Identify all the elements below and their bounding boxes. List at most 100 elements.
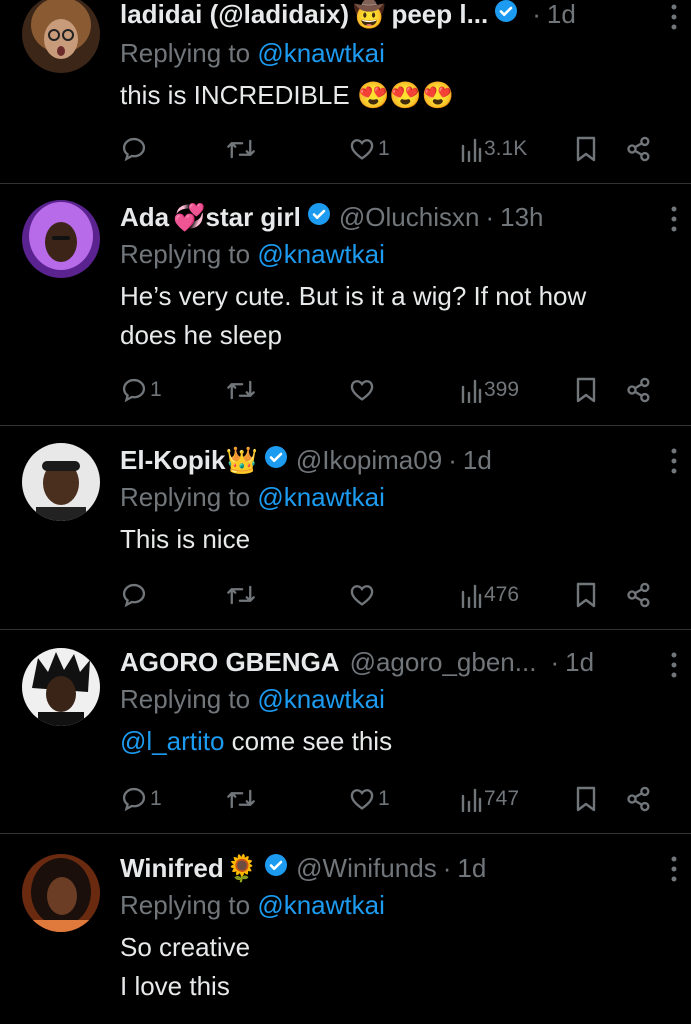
reply-tweet[interactable]: ladidai (@ladidaix) 🤠 peep l... · 1d Rep… <box>0 0 691 184</box>
reply-mention-link[interactable]: @knawtkai <box>257 890 385 920</box>
action-bar: 476 <box>120 579 660 611</box>
tweet-text: @l_artito come see this <box>120 726 393 756</box>
like-count: 1 <box>378 137 390 160</box>
views-button[interactable]: 476 <box>460 579 519 611</box>
body-mention-link[interactable]: @l_artito <box>120 726 224 756</box>
more-icon[interactable] <box>671 206 677 237</box>
reply-count: 1 <box>150 787 162 810</box>
like-icon <box>350 789 374 810</box>
share-icon <box>627 136 650 162</box>
share-button[interactable] <box>625 783 653 815</box>
separator-dot: · <box>485 201 495 232</box>
display-name-suffix[interactable]: peep l... <box>391 0 488 30</box>
handle[interactable]: @Ikopima09 <box>296 445 442 476</box>
crown-emoji: 👑 <box>225 444 258 475</box>
action-bar: 1 3.1K <box>120 133 660 165</box>
retweet-icon <box>227 789 255 809</box>
views-icon <box>461 584 482 608</box>
retweet-button[interactable] <box>226 133 256 165</box>
action-bar: 1 399 <box>120 374 660 406</box>
display-name[interactable]: El-Kopik <box>120 445 225 476</box>
reply-button[interactable]: 1 <box>120 374 162 406</box>
like-count: 1 <box>378 787 390 810</box>
retweet-button[interactable] <box>226 783 256 815</box>
share-button[interactable] <box>625 133 653 165</box>
share-button[interactable] <box>625 374 653 406</box>
heart-emoji: 💞 <box>173 201 206 232</box>
display-name[interactable]: AGORO GBENGA <box>120 647 340 678</box>
display-name[interactable]: ladidai (@ladidaix) <box>120 0 349 30</box>
like-button[interactable]: 1 <box>348 133 390 165</box>
more-icon[interactable] <box>671 4 677 35</box>
handle[interactable]: @agoro_gben... <box>350 647 537 678</box>
like-button[interactable] <box>348 374 378 406</box>
retweet-button[interactable] <box>226 374 256 406</box>
bookmark-button[interactable] <box>575 783 597 815</box>
reply-mention-link[interactable]: @knawtkai <box>257 239 385 269</box>
timestamp[interactable]: 1d <box>547 0 576 30</box>
views-button[interactable]: 747 <box>460 783 519 815</box>
handle[interactable]: @Oluchisxn <box>339 202 480 233</box>
timestamp[interactable]: 1d <box>463 445 492 476</box>
separator-dot: · <box>532 0 541 29</box>
replying-to: Replying to @knawtkai <box>120 482 385 512</box>
tweet-text: This is nice <box>120 524 251 554</box>
views-icon <box>461 379 482 403</box>
reply-mention-link[interactable]: @knawtkai <box>257 38 385 68</box>
verified-icon <box>307 202 331 233</box>
retweet-button[interactable] <box>226 579 256 611</box>
timestamp[interactable]: 1d <box>565 647 594 678</box>
reply-tweet[interactable]: Winifred 🌻 @Winifunds · 1d Replying to @… <box>0 834 691 1024</box>
more-icon[interactable] <box>671 448 677 479</box>
display-name[interactable]: Winifred <box>120 853 224 884</box>
views-count: 3.1K <box>484 137 528 160</box>
replying-to: Replying to @knawtkai <box>120 239 385 269</box>
display-name-suffix[interactable]: star girl <box>206 202 301 233</box>
verified-icon <box>264 853 288 884</box>
views-button[interactable]: 399 <box>460 374 519 406</box>
timestamp[interactable]: 13h <box>500 202 543 233</box>
like-icon <box>350 380 374 401</box>
more-icon[interactable] <box>671 856 677 887</box>
handle[interactable]: @Winifunds <box>296 853 437 884</box>
avatar[interactable] <box>22 854 100 932</box>
reply-button[interactable] <box>120 133 150 165</box>
reply-icon <box>122 583 146 608</box>
like-icon <box>350 585 374 606</box>
tweet-text: So creative I love this <box>120 932 251 1001</box>
views-icon <box>461 788 482 812</box>
like-icon <box>350 139 374 160</box>
views-count: 476 <box>484 583 520 606</box>
bookmark-icon <box>576 136 596 162</box>
reply-tweet[interactable]: El-Kopik 👑 @Ikopima09 · 1d Replying to @… <box>0 426 691 630</box>
share-button[interactable] <box>625 579 653 611</box>
reply-icon <box>122 137 146 162</box>
retweet-icon <box>227 380 255 400</box>
tweet-text: this is INCREDIBLE 😍😍😍 <box>120 80 455 110</box>
like-button[interactable]: 1 <box>348 783 390 815</box>
reply-button[interactable] <box>120 579 150 611</box>
reply-tweet[interactable]: Ada 💞 star girl @Oluchisxn · 13h Replyin… <box>0 184 691 426</box>
views-icon <box>461 138 482 162</box>
reply-icon <box>122 787 146 812</box>
display-name[interactable]: Ada <box>120 202 169 233</box>
avatar[interactable] <box>22 200 100 278</box>
tweet-text: He’s very cute. But is it a wig? If not … <box>120 281 587 350</box>
reply-mention-link[interactable]: @knawtkai <box>257 684 385 714</box>
like-button[interactable] <box>348 579 378 611</box>
timestamp[interactable]: 1d <box>457 853 486 884</box>
reply-mention-link[interactable]: @knawtkai <box>257 482 385 512</box>
avatar[interactable] <box>22 443 100 521</box>
retweet-icon <box>227 585 255 605</box>
avatar[interactable] <box>22 648 100 726</box>
action-bar: 1 1 747 <box>120 783 660 815</box>
views-button[interactable]: 3.1K <box>460 133 527 165</box>
more-icon[interactable] <box>671 652 677 683</box>
reply-button[interactable]: 1 <box>120 783 162 815</box>
bookmark-button[interactable] <box>575 133 597 165</box>
bookmark-button[interactable] <box>575 374 597 406</box>
avatar[interactable] <box>22 0 100 73</box>
verified-icon <box>264 445 288 476</box>
bookmark-button[interactable] <box>575 579 597 611</box>
reply-tweet[interactable]: AGORO GBENGA @agoro_gben... · 1d Replyin… <box>0 630 691 834</box>
